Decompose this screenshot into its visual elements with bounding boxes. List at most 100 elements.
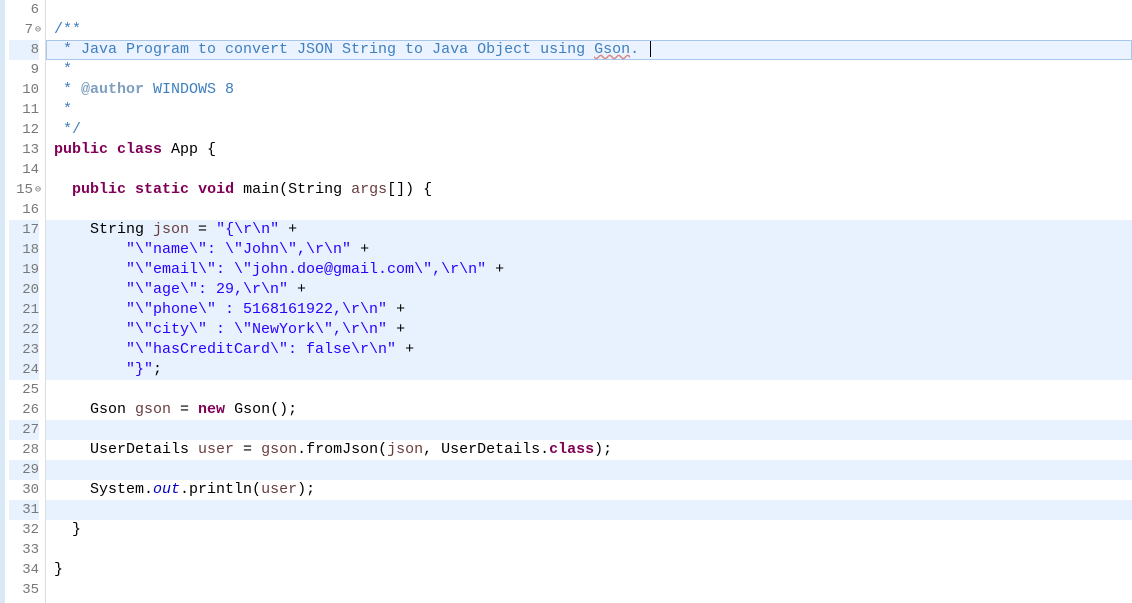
code-token: gson: [261, 441, 297, 458]
line-number: 10: [9, 80, 39, 100]
code-token: *: [54, 81, 81, 98]
line-number: 9: [9, 60, 39, 80]
code-token: =: [171, 401, 198, 418]
code-token: Gson: [54, 401, 135, 418]
code-token: class: [549, 441, 594, 458]
code-token: *: [54, 61, 72, 78]
line-number: 25: [9, 380, 39, 400]
code-line[interactable]: [46, 380, 1132, 400]
code-line[interactable]: "\"email\": \"john.doe@gmail.com\",\r\n"…: [46, 260, 1132, 280]
code-line[interactable]: public static void main(String args[]) {: [46, 180, 1132, 200]
line-number: 27: [9, 420, 39, 440]
line-number: 28: [9, 440, 39, 460]
code-token: void: [198, 181, 234, 198]
code-line[interactable]: "\"age\": 29,\r\n" +: [46, 280, 1132, 300]
code-line[interactable]: }: [46, 520, 1132, 540]
code-token: +: [279, 221, 297, 238]
line-number: 35: [9, 580, 39, 600]
code-token: .: [630, 41, 648, 58]
code-token: App {: [162, 141, 216, 158]
line-number: 7⊖: [9, 20, 39, 40]
code-token: +: [387, 301, 405, 318]
code-line[interactable]: [46, 160, 1132, 180]
code-line[interactable]: [46, 200, 1132, 220]
line-number: 15⊖: [9, 180, 39, 200]
fold-marker-icon[interactable]: ⊖: [35, 21, 41, 41]
code-token: class: [117, 141, 162, 158]
line-number: 30: [9, 480, 39, 500]
code-token: json: [153, 221, 189, 238]
code-editor[interactable]: 6 7⊖8 9 10 11 12 13 14 15⊖16 17 18 19 20…: [0, 0, 1132, 603]
code-token: user: [198, 441, 234, 458]
line-number: 23: [9, 340, 39, 360]
code-line[interactable]: UserDetails user = gson.fromJson(json, U…: [46, 440, 1132, 460]
code-token: );: [594, 441, 612, 458]
code-token: public: [72, 181, 126, 198]
code-token: "}": [126, 361, 153, 378]
code-line[interactable]: String json = "{\r\n" +: [46, 220, 1132, 240]
line-number-gutter: 6 7⊖8 9 10 11 12 13 14 15⊖16 17 18 19 20…: [5, 0, 46, 603]
code-token: +: [288, 281, 306, 298]
code-token: =: [189, 221, 216, 238]
code-line[interactable]: /**: [46, 20, 1132, 40]
code-token: @author: [81, 81, 144, 98]
code-token: "\"name\": \"John\",\r\n": [126, 241, 351, 258]
line-number: 6: [9, 0, 39, 20]
code-token: }: [54, 561, 63, 578]
code-token: UserDetails: [54, 441, 198, 458]
code-line[interactable]: [46, 580, 1132, 600]
code-line[interactable]: "\"hasCreditCard\": false\r\n" +: [46, 340, 1132, 360]
code-line[interactable]: "}";: [46, 360, 1132, 380]
line-number: 8: [9, 40, 39, 60]
code-line[interactable]: }: [46, 560, 1132, 580]
fold-marker-icon[interactable]: ⊖: [35, 181, 41, 201]
code-line[interactable]: * @author WINDOWS 8: [46, 80, 1132, 100]
code-token: [54, 321, 126, 338]
code-line[interactable]: public class App {: [46, 140, 1132, 160]
code-token: */: [54, 121, 81, 138]
code-token: /**: [54, 21, 81, 38]
code-token: Gson();: [225, 401, 297, 418]
code-token: +: [486, 261, 504, 278]
code-line[interactable]: System.out.println(user);: [46, 480, 1132, 500]
line-number: 14: [9, 160, 39, 180]
code-line[interactable]: "\"city\" : \"NewYork\",\r\n" +: [46, 320, 1132, 340]
code-line[interactable]: *: [46, 100, 1132, 120]
code-token: user: [261, 481, 297, 498]
line-number: 21: [9, 300, 39, 320]
code-token: static: [135, 181, 189, 198]
code-token: [54, 361, 126, 378]
code-token: *: [54, 101, 72, 118]
code-token: +: [387, 321, 405, 338]
code-token: gson: [135, 401, 171, 418]
code-token: "\"phone\" : 5168161922,\r\n": [126, 301, 387, 318]
code-token: [126, 181, 135, 198]
code-token: * Java Program to convert JSON String to…: [54, 41, 594, 58]
code-token: }: [54, 521, 81, 538]
line-number: 12: [9, 120, 39, 140]
code-line[interactable]: "\"phone\" : 5168161922,\r\n" +: [46, 300, 1132, 320]
line-number: 13: [9, 140, 39, 160]
code-line[interactable]: * Java Program to convert JSON String to…: [46, 40, 1132, 60]
line-number: 32: [9, 520, 39, 540]
code-token: "\"email\": \"john.doe@gmail.com\",\r\n": [126, 261, 486, 278]
code-token: [54, 261, 126, 278]
code-line[interactable]: *: [46, 60, 1132, 80]
code-line[interactable]: */: [46, 120, 1132, 140]
code-token: public: [54, 141, 108, 158]
code-token: .fromJson(: [297, 441, 387, 458]
code-line[interactable]: "\"name\": \"John\",\r\n" +: [46, 240, 1132, 260]
code-line[interactable]: [46, 0, 1132, 20]
code-line[interactable]: [46, 420, 1132, 440]
line-number: 20: [9, 280, 39, 300]
code-token: "\"age\": 29,\r\n": [126, 281, 288, 298]
code-line[interactable]: [46, 460, 1132, 480]
code-line[interactable]: [46, 500, 1132, 520]
line-number: 18: [9, 240, 39, 260]
line-number: 17: [9, 220, 39, 240]
line-number: 16: [9, 200, 39, 220]
code-token: );: [297, 481, 315, 498]
code-line[interactable]: Gson gson = new Gson();: [46, 400, 1132, 420]
code-area[interactable]: /** * Java Program to convert JSON Strin…: [46, 0, 1132, 603]
code-line[interactable]: [46, 540, 1132, 560]
